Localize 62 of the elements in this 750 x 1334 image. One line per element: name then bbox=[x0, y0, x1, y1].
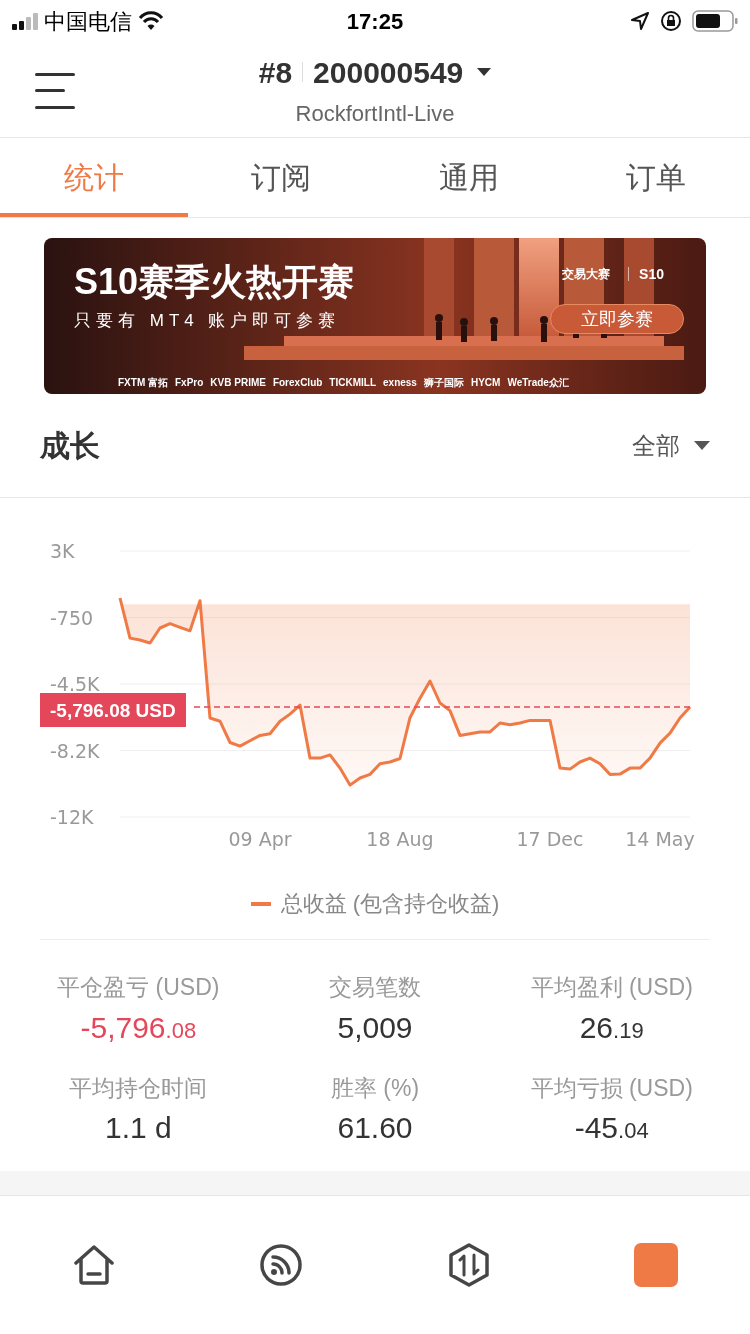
join-button[interactable]: 立即参赛 bbox=[550, 304, 684, 334]
banner-subline: 只要有 MT4 账户即可参赛 bbox=[74, 312, 341, 329]
sponsor-logo: FxPro bbox=[175, 378, 204, 388]
stat-value: -5,796.08 bbox=[80, 1012, 197, 1043]
server-name: RockfortIntl-Live bbox=[295, 99, 455, 128]
axis-tick-label: 3K bbox=[50, 540, 75, 562]
wifi-icon bbox=[138, 11, 164, 31]
stat-value: 1.1 d bbox=[104, 1113, 172, 1143]
axis-tick-label: 18 Aug bbox=[366, 828, 434, 850]
stat-label: 胜率 (%) bbox=[330, 1073, 420, 1103]
sponsor-logo: HYCM bbox=[470, 378, 501, 388]
menu-button[interactable] bbox=[34, 72, 76, 110]
stat-label: 交易笔数 bbox=[329, 973, 421, 1002]
sponsor-logo: ForexClub bbox=[272, 378, 323, 388]
season-label: S10 bbox=[628, 267, 664, 281]
tab[interactable]: 订单 bbox=[562, 138, 750, 217]
stat-value: 61.60 bbox=[337, 1113, 413, 1143]
square-icon bbox=[634, 1243, 679, 1287]
legend-swatch bbox=[250, 901, 271, 906]
sponsor-logo: KVB PRIME bbox=[210, 378, 266, 388]
menu-icon bbox=[35, 73, 75, 109]
stat-label: 平均持仓时间 bbox=[69, 1073, 208, 1103]
caret-icon bbox=[477, 68, 492, 76]
account-selector[interactable]: #8 200000549 bbox=[258, 49, 492, 95]
axis-tick-label: -8.2K bbox=[50, 739, 100, 762]
caret-icon bbox=[694, 441, 710, 450]
event-name: 交易大赛 bbox=[562, 268, 610, 280]
account-index: #8 bbox=[258, 54, 293, 91]
clock-time: 17:25 bbox=[345, 7, 405, 36]
stat-label: 平仓盈亏 (USD) bbox=[57, 973, 220, 1002]
tab[interactable]: 通用 bbox=[375, 138, 563, 217]
rss-icon bbox=[259, 1243, 304, 1287]
axis-tick-label: 09 Apr bbox=[228, 828, 292, 850]
account-number: 200000549 bbox=[313, 54, 464, 91]
stat-value: 5,009 bbox=[337, 1012, 413, 1043]
stat-label: 平均亏损 (USD) bbox=[530, 1073, 693, 1103]
battery-icon bbox=[692, 10, 738, 32]
sponsor-logo: 狮子国际 bbox=[423, 378, 464, 388]
axis-tick-label: 14 May bbox=[625, 828, 695, 850]
signal-icon bbox=[12, 12, 38, 30]
stat-label: 平均盈利 (USD) bbox=[530, 973, 693, 1002]
stat-value: -45.04 bbox=[574, 1113, 649, 1143]
range-dropdown[interactable]: 全部 bbox=[632, 427, 710, 464]
hexagon-arrows-icon bbox=[446, 1243, 491, 1287]
stat-value: 26.19 bbox=[579, 1012, 644, 1043]
home-icon bbox=[71, 1243, 116, 1287]
axis-tick-label: 17 Dec bbox=[516, 828, 584, 850]
axis-tick-label: -4.5K bbox=[50, 673, 100, 695]
axis-tick-label: -750 bbox=[50, 606, 94, 629]
value-label: -5,796.08 USD bbox=[40, 693, 186, 728]
banner-headline: S10赛季火热开赛 bbox=[74, 264, 355, 300]
location-icon bbox=[630, 11, 650, 31]
sponsor-logo: exness bbox=[383, 378, 417, 388]
carrier-name: 中国电信 bbox=[44, 7, 132, 36]
legend-label: 总收益 (包含持仓收益) bbox=[280, 890, 500, 918]
section-title: 成长 bbox=[40, 428, 100, 464]
rotation-lock-icon bbox=[660, 10, 682, 32]
sponsor-logo: FXTM 富拓 bbox=[118, 378, 168, 388]
sponsor-logo: TICKMILL bbox=[329, 378, 376, 388]
sponsor-logo: WeTrade众汇 bbox=[507, 378, 569, 388]
axis-tick-label: -12K bbox=[50, 806, 94, 828]
tab[interactable]: 订阅 bbox=[187, 138, 375, 217]
